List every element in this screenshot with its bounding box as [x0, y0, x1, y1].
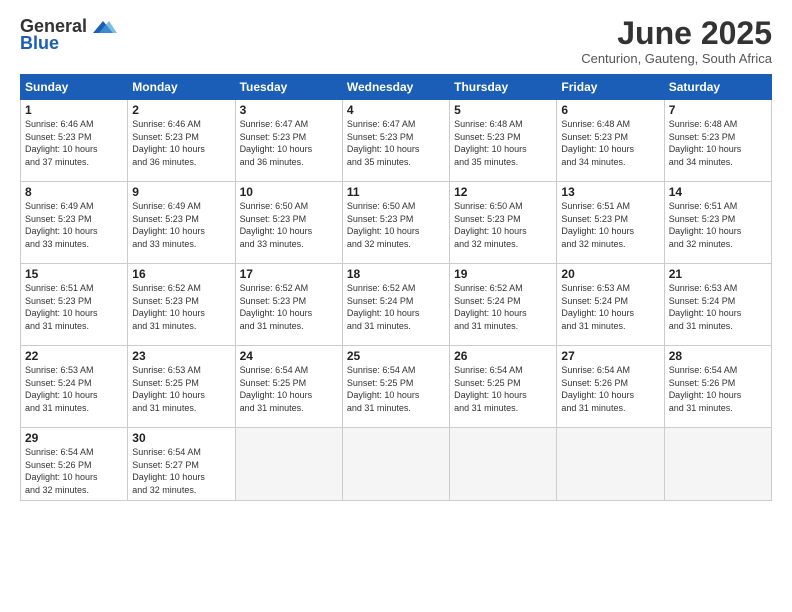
calendar-cell-27: 27Sunrise: 6:54 AMSunset: 5:26 PMDayligh…	[557, 346, 664, 428]
calendar-cell-10: 10Sunrise: 6:50 AMSunset: 5:23 PMDayligh…	[235, 182, 342, 264]
header: General Blue June 2025 Centurion, Gauten…	[20, 16, 772, 66]
calendar-cell-18: 18Sunrise: 6:52 AMSunset: 5:24 PMDayligh…	[342, 264, 449, 346]
calendar-cell-empty	[235, 428, 342, 500]
calendar-cell-9: 9Sunrise: 6:49 AMSunset: 5:23 PMDaylight…	[128, 182, 235, 264]
calendar-cell-4: 4Sunrise: 6:47 AMSunset: 5:23 PMDaylight…	[342, 100, 449, 182]
calendar-cell-11: 11Sunrise: 6:50 AMSunset: 5:23 PMDayligh…	[342, 182, 449, 264]
calendar-cell-26: 26Sunrise: 6:54 AMSunset: 5:25 PMDayligh…	[450, 346, 557, 428]
title-block: June 2025 Centurion, Gauteng, South Afri…	[581, 16, 772, 66]
header-friday: Friday	[557, 75, 664, 100]
calendar-cell-20: 20Sunrise: 6:53 AMSunset: 5:24 PMDayligh…	[557, 264, 664, 346]
calendar-row-4: 29Sunrise: 6:54 AMSunset: 5:26 PMDayligh…	[21, 428, 772, 500]
calendar-cell-17: 17Sunrise: 6:52 AMSunset: 5:23 PMDayligh…	[235, 264, 342, 346]
header-sunday: Sunday	[21, 75, 128, 100]
header-saturday: Saturday	[664, 75, 771, 100]
logo-blue: Blue	[20, 33, 59, 54]
calendar-cell-14: 14Sunrise: 6:51 AMSunset: 5:23 PMDayligh…	[664, 182, 771, 264]
calendar-cell-6: 6Sunrise: 6:48 AMSunset: 5:23 PMDaylight…	[557, 100, 664, 182]
calendar: Sunday Monday Tuesday Wednesday Thursday…	[20, 74, 772, 500]
calendar-cell-2: 2Sunrise: 6:46 AMSunset: 5:23 PMDaylight…	[128, 100, 235, 182]
calendar-cell-empty	[342, 428, 449, 500]
calendar-row-0: 1Sunrise: 6:46 AMSunset: 5:23 PMDaylight…	[21, 100, 772, 182]
calendar-cell-empty	[557, 428, 664, 500]
calendar-cell-28: 28Sunrise: 6:54 AMSunset: 5:26 PMDayligh…	[664, 346, 771, 428]
calendar-cell-12: 12Sunrise: 6:50 AMSunset: 5:23 PMDayligh…	[450, 182, 557, 264]
calendar-cell-19: 19Sunrise: 6:52 AMSunset: 5:24 PMDayligh…	[450, 264, 557, 346]
calendar-cell-30: 30Sunrise: 6:54 AMSunset: 5:27 PMDayligh…	[128, 428, 235, 500]
calendar-cell-23: 23Sunrise: 6:53 AMSunset: 5:25 PMDayligh…	[128, 346, 235, 428]
calendar-cell-5: 5Sunrise: 6:48 AMSunset: 5:23 PMDaylight…	[450, 100, 557, 182]
calendar-cell-15: 15Sunrise: 6:51 AMSunset: 5:23 PMDayligh…	[21, 264, 128, 346]
calendar-cell-21: 21Sunrise: 6:53 AMSunset: 5:24 PMDayligh…	[664, 264, 771, 346]
page: General Blue June 2025 Centurion, Gauten…	[0, 0, 792, 612]
calendar-cell-3: 3Sunrise: 6:47 AMSunset: 5:23 PMDaylight…	[235, 100, 342, 182]
calendar-cell-13: 13Sunrise: 6:51 AMSunset: 5:23 PMDayligh…	[557, 182, 664, 264]
calendar-row-1: 8Sunrise: 6:49 AMSunset: 5:23 PMDaylight…	[21, 182, 772, 264]
header-wednesday: Wednesday	[342, 75, 449, 100]
location: Centurion, Gauteng, South Africa	[581, 51, 772, 66]
month-title: June 2025	[581, 16, 772, 51]
calendar-cell-25: 25Sunrise: 6:54 AMSunset: 5:25 PMDayligh…	[342, 346, 449, 428]
header-thursday: Thursday	[450, 75, 557, 100]
calendar-cell-29: 29Sunrise: 6:54 AMSunset: 5:26 PMDayligh…	[21, 428, 128, 500]
weekday-header-row: Sunday Monday Tuesday Wednesday Thursday…	[21, 75, 772, 100]
calendar-cell-1: 1Sunrise: 6:46 AMSunset: 5:23 PMDaylight…	[21, 100, 128, 182]
calendar-row-3: 22Sunrise: 6:53 AMSunset: 5:24 PMDayligh…	[21, 346, 772, 428]
header-tuesday: Tuesday	[235, 75, 342, 100]
calendar-cell-16: 16Sunrise: 6:52 AMSunset: 5:23 PMDayligh…	[128, 264, 235, 346]
calendar-cell-8: 8Sunrise: 6:49 AMSunset: 5:23 PMDaylight…	[21, 182, 128, 264]
logo-icon	[89, 19, 117, 37]
calendar-row-2: 15Sunrise: 6:51 AMSunset: 5:23 PMDayligh…	[21, 264, 772, 346]
calendar-cell-empty	[450, 428, 557, 500]
header-monday: Monday	[128, 75, 235, 100]
logo: General Blue	[20, 16, 117, 54]
calendar-cell-7: 7Sunrise: 6:48 AMSunset: 5:23 PMDaylight…	[664, 100, 771, 182]
calendar-cell-22: 22Sunrise: 6:53 AMSunset: 5:24 PMDayligh…	[21, 346, 128, 428]
calendar-cell-24: 24Sunrise: 6:54 AMSunset: 5:25 PMDayligh…	[235, 346, 342, 428]
calendar-cell-empty	[664, 428, 771, 500]
